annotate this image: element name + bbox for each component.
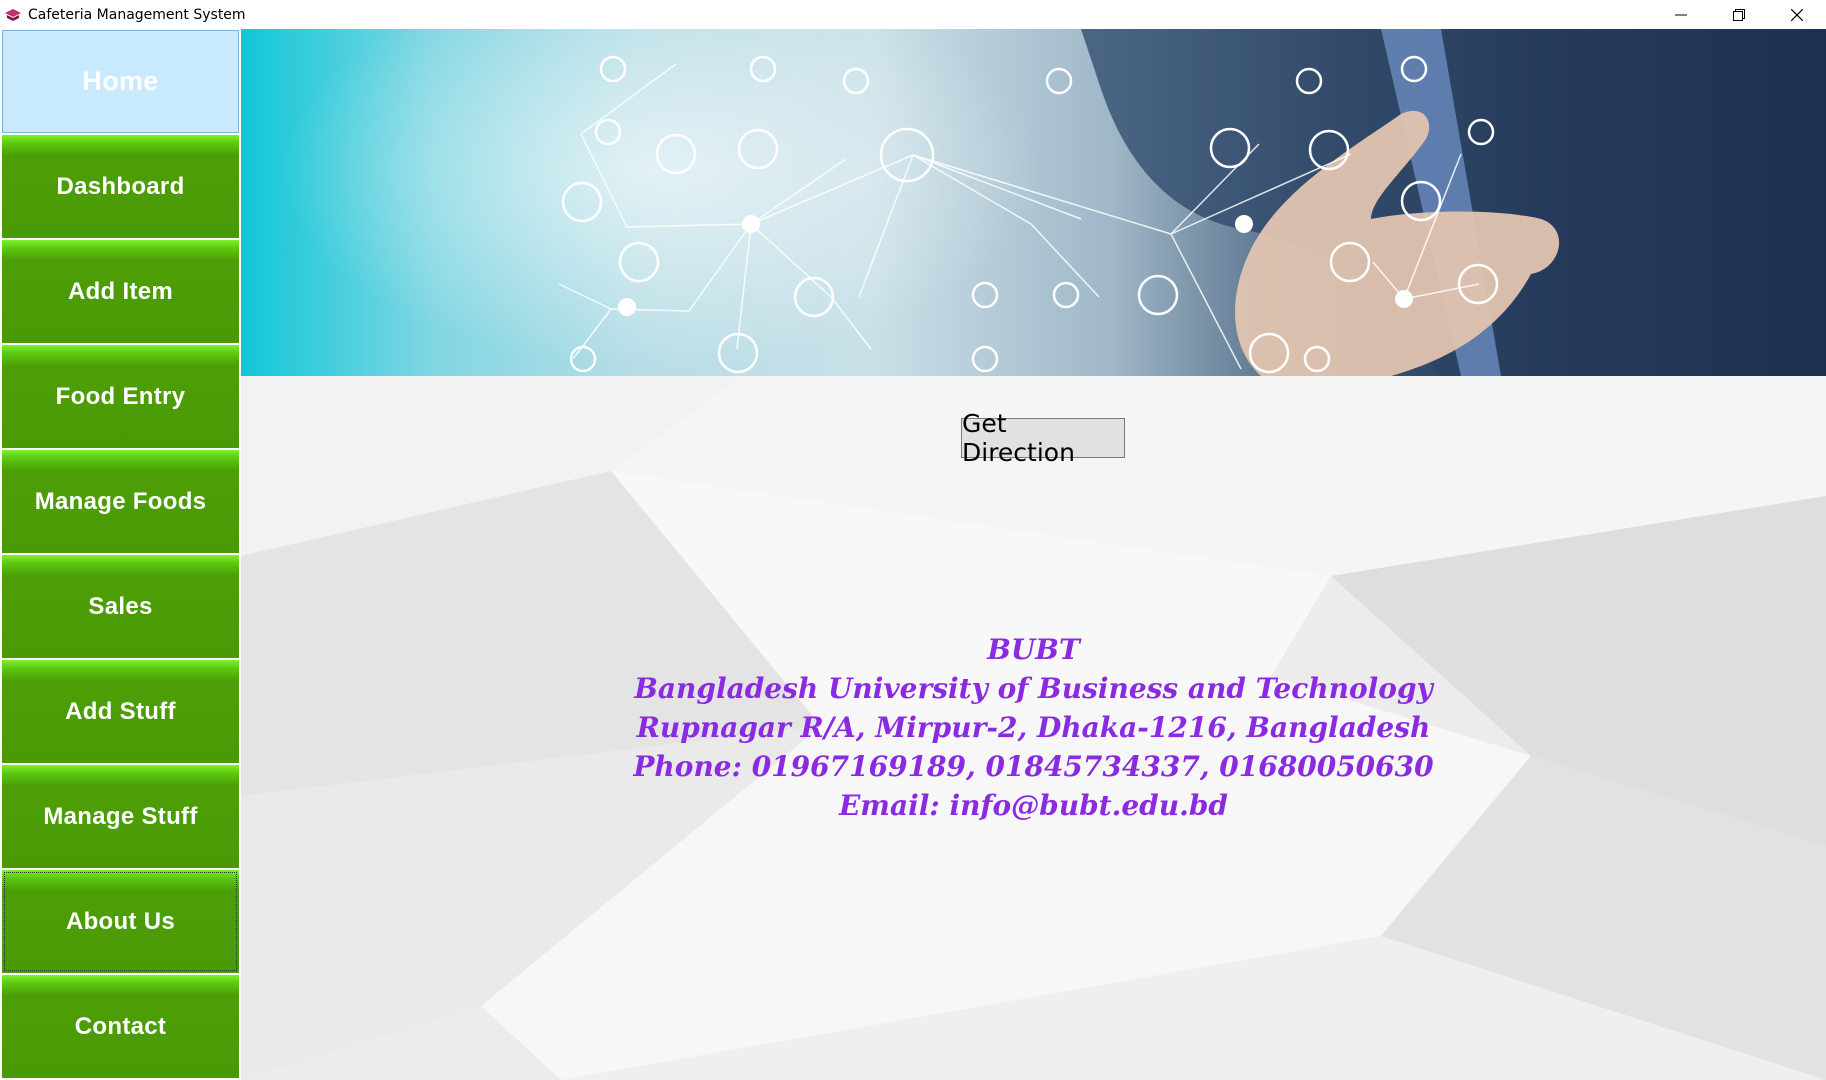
nav-add-stuff-button[interactable]: Add Stuff [2,660,239,763]
main-content: Get Direction BUBT Bangladesh University… [241,376,1826,1080]
nav-manage-foods-label: Manage Foods [34,487,207,515]
nav-home-button[interactable]: Home [2,30,239,133]
close-button[interactable] [1768,0,1826,29]
nav-home-label: Home [82,66,159,96]
header-banner-image [241,29,1826,376]
title-bar: Cafeteria Management System [0,0,1826,29]
address-block: BUBT Bangladesh University of Business a… [241,630,1826,825]
nav-dashboard-label: Dashboard [56,172,185,200]
nav-about-us-label: About Us [65,907,176,935]
window-controls [1652,0,1826,29]
institution-phone: Phone: 01967169189, 01845734337, 0168005… [633,750,1434,783]
nav-manage-stuff-label: Manage Stuff [43,802,198,830]
nav-sales-label: Sales [88,592,153,620]
get-direction-button[interactable]: Get Direction [961,409,1125,467]
restore-button[interactable] [1710,0,1768,29]
nav-food-entry-label: Food Entry [55,382,186,410]
window-title: Cafeteria Management System [28,6,246,23]
network-illustration [281,29,1826,376]
nav-about-us-button[interactable]: About Us [2,870,239,973]
minimize-button[interactable] [1652,0,1710,29]
restore-icon [1733,8,1745,21]
close-icon [1791,8,1803,21]
nav-add-item-button[interactable]: Add Item [2,240,239,343]
institution-address: Rupnagar R/A, Mirpur-2, Dhaka-1216, Bang… [636,711,1431,744]
sidebar-nav: Home Dashboard Add Item Food Entry Manag… [0,29,241,1080]
nav-sales-button[interactable]: Sales [2,555,239,658]
nav-add-stuff-label: Add Stuff [65,697,176,725]
nav-manage-foods-button[interactable]: Manage Foods [2,450,239,553]
nav-contact-button[interactable]: Contact [2,975,239,1078]
institution-email: Email: info@bubt.edu.bd [838,789,1229,822]
app-icon [5,8,21,21]
nav-dashboard-button[interactable]: Dashboard [2,135,239,238]
institution-abbreviation: BUBT [987,633,1080,666]
nav-food-entry-button[interactable]: Food Entry [2,345,239,448]
institution-name: Bangladesh University of Business and Te… [634,672,1433,705]
nav-manage-stuff-button[interactable]: Manage Stuff [2,765,239,868]
minimize-icon [1675,14,1687,15]
nav-add-item-label: Add Item [67,277,174,305]
app-window: Cafeteria Management System Home Dashboa… [0,0,1826,1080]
nav-contact-label: Contact [74,1012,167,1040]
